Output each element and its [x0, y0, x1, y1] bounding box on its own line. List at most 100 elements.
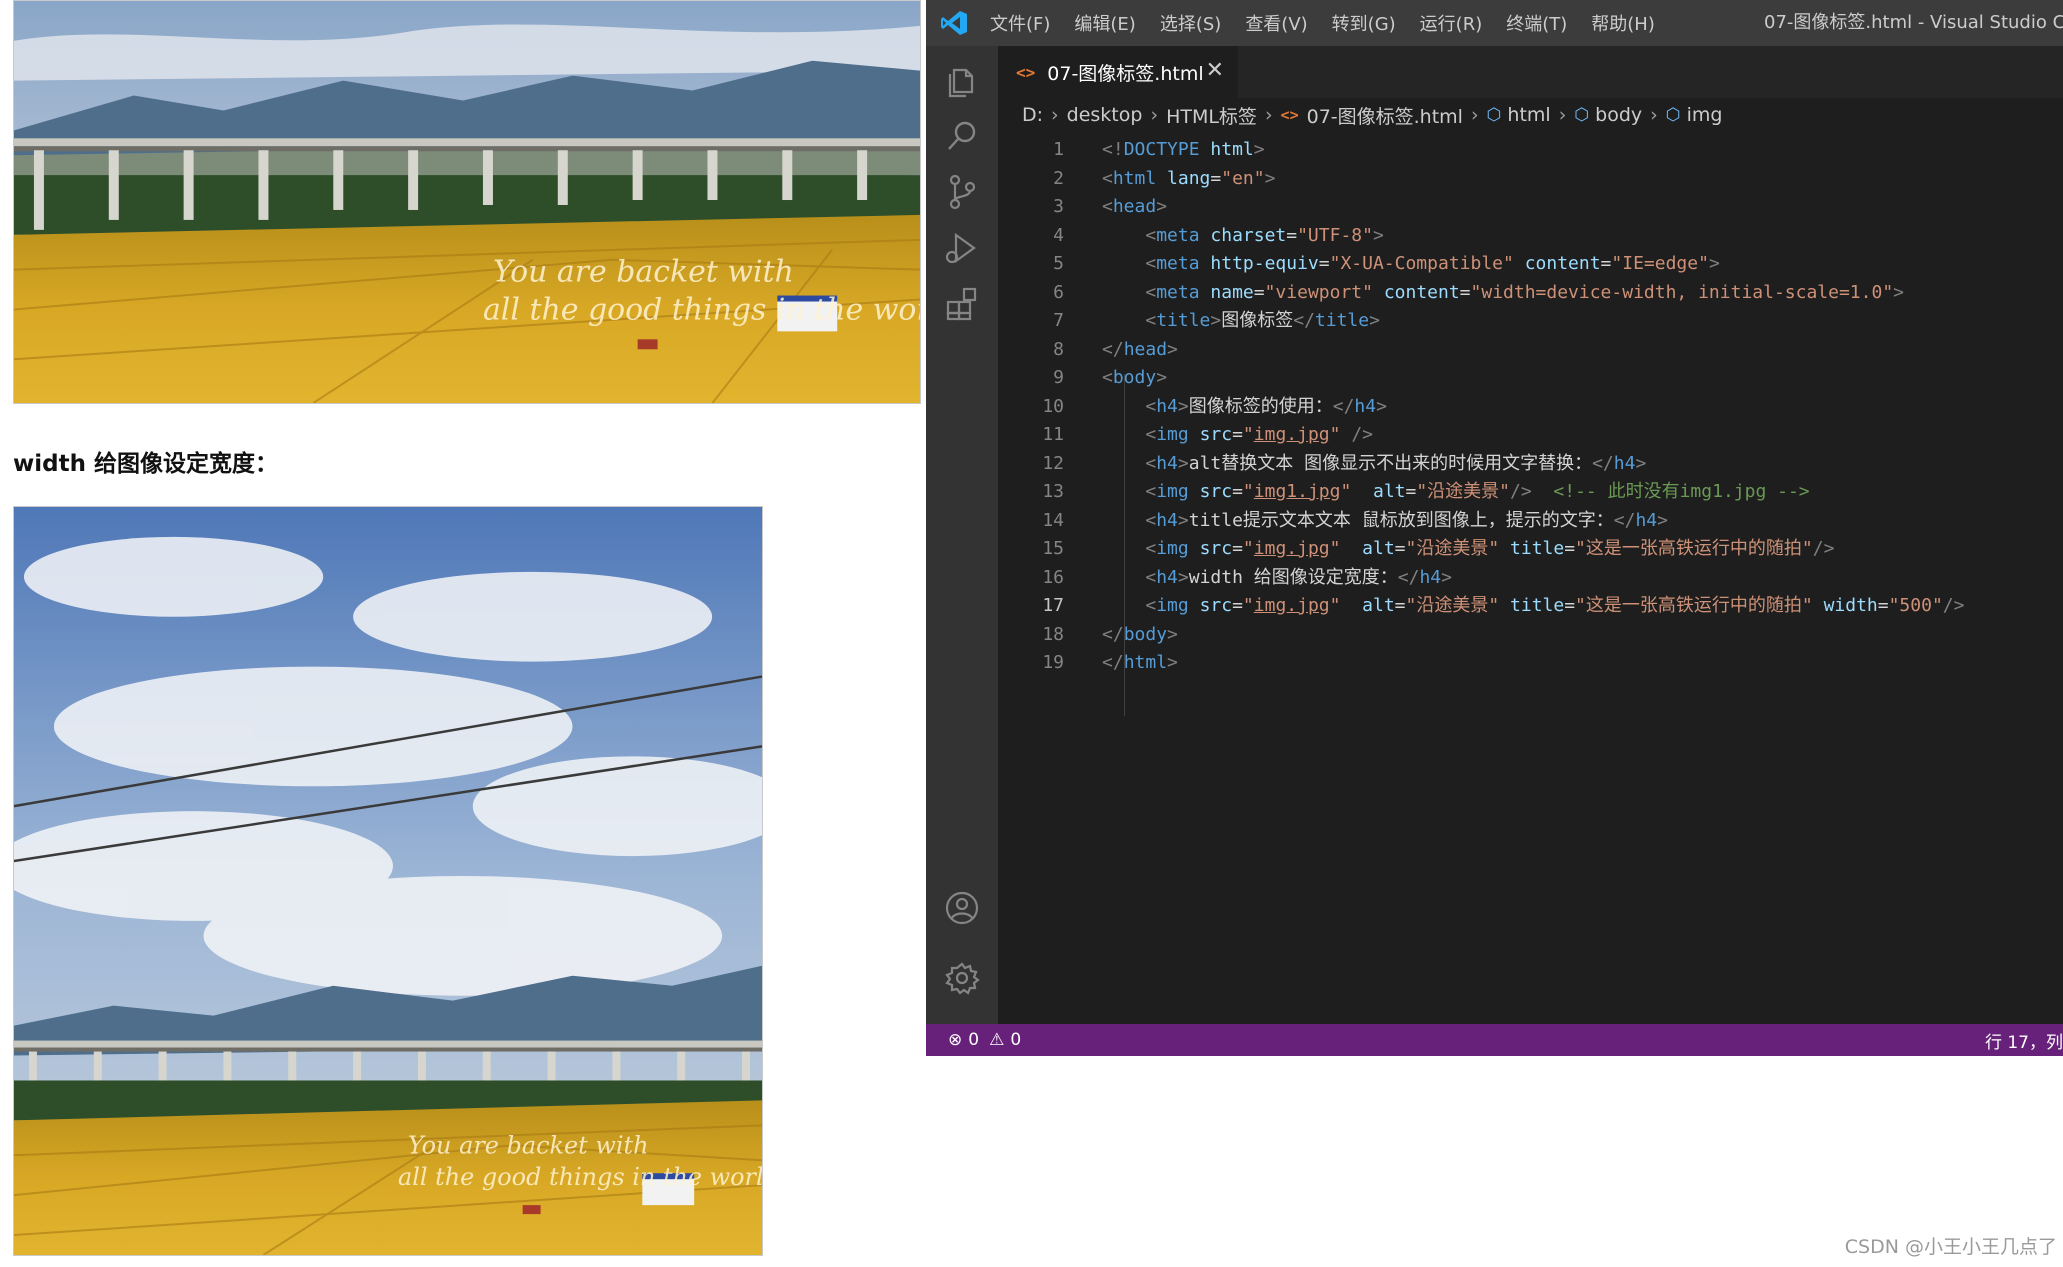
menu-file[interactable]: 文件(F): [990, 10, 1050, 36]
code-token: >: [1893, 281, 1904, 303]
code-line[interactable]: 9 <body>: [998, 364, 2063, 393]
code-token: <: [1145, 253, 1157, 274]
code-token: "500": [1888, 595, 1943, 616]
landscape-image-1: You are backet with all the good things …: [13, 0, 921, 404]
accounts-icon[interactable]: [940, 886, 984, 930]
code-line[interactable]: 8 </head>: [998, 336, 2063, 365]
menu-edit[interactable]: 编辑(E): [1074, 10, 1135, 36]
code-text: <h4>width 给图像设定宽度：</h4>: [1102, 564, 1452, 593]
code-line[interactable]: 5 <meta http-equiv="X-UA-Compatible" con…: [998, 250, 2063, 279]
code-line[interactable]: 3 <head>: [998, 193, 2063, 222]
menu-help[interactable]: 帮助(H): [1591, 10, 1655, 36]
menu-view[interactable]: 查看(V): [1245, 10, 1307, 36]
warning-count: 0: [1010, 1030, 1022, 1050]
breadcrumb-body[interactable]: body: [1595, 104, 1642, 126]
code-text: </head>: [1102, 336, 1178, 365]
code-line[interactable]: 19 </html>: [998, 649, 2063, 678]
settings-gear-icon[interactable]: [940, 956, 984, 1000]
error-icon: ⊗: [948, 1030, 963, 1050]
breadcrumb-img[interactable]: img: [1687, 104, 1723, 126]
code-line[interactable]: 1 <!DOCTYPE html>: [998, 136, 2063, 165]
code-line[interactable]: 17 <img src="img.jpg" alt="沿途美景" title="…: [998, 592, 2063, 621]
breadcrumb-desktop[interactable]: desktop: [1067, 104, 1143, 126]
menu-run[interactable]: 运行(R): [1420, 10, 1483, 36]
source-control-icon[interactable]: [940, 170, 984, 214]
menu-selection[interactable]: 选择(S): [1160, 10, 1221, 36]
cursor-position[interactable]: 行 17，列: [1985, 1024, 2063, 1056]
html-file-icon: <>: [1280, 106, 1299, 124]
explorer-icon[interactable]: [940, 58, 984, 102]
line-number: 18: [1042, 623, 1064, 645]
code-token: >: [1708, 253, 1720, 274]
code-token: </: [1102, 338, 1124, 360]
code-text: <meta http-equiv="X-UA-Compatible" conte…: [1102, 250, 1720, 279]
code-token: src: [1199, 538, 1233, 559]
code-token: h4: [1354, 395, 1377, 417]
code-text: <h4>title提示文本文本 鼠标放到图像上，提示的文字：</h4>: [1102, 507, 1668, 536]
run-debug-icon[interactable]: [940, 226, 984, 270]
code-line[interactable]: 15 <img src="img.jpg" alt="沿途美景" title="…: [998, 535, 2063, 564]
menu-terminal[interactable]: 终端(T): [1506, 10, 1567, 36]
code-token: img: [1156, 481, 1200, 502]
code-token: >: [1177, 566, 1189, 588]
code-line[interactable]: 14 <h4>title提示文本文本 鼠标放到图像上，提示的文字：</h4>: [998, 507, 2063, 536]
code-line[interactable]: 6 <meta name="viewport" content="width=d…: [998, 279, 2063, 308]
code-token: meta: [1156, 253, 1211, 274]
code-token: img.jpg: [1253, 538, 1330, 559]
code-token: http-equiv: [1210, 253, 1319, 274]
code-line[interactable]: 7 <title>图像标签</title>: [998, 307, 2063, 336]
code-token: title: [1156, 310, 1211, 331]
breadcrumb-drive[interactable]: D:: [1022, 104, 1043, 126]
code-line[interactable]: 10 <h4>图像标签的使用：</h4>: [998, 393, 2063, 422]
code-token: "UTF-8": [1297, 224, 1373, 246]
status-bar: ⊗ 0 ⚠ 0 行 17，列: [926, 1024, 2063, 1056]
chevron-right-icon: ›: [1264, 104, 1273, 126]
code-token: title提示文本文本 鼠标放到图像上，提示的文字：: [1188, 509, 1614, 531]
code-line[interactable]: 2 <html lang="en">: [998, 165, 2063, 194]
code-token: >: [1376, 395, 1387, 417]
breadcrumb-html[interactable]: html: [1507, 104, 1550, 126]
code-line[interactable]: 12 <h4>alt替换文本 图像显示不出来的时候用文字替换：</h4>: [998, 450, 2063, 479]
code-line[interactable]: 18 </body>: [998, 621, 2063, 650]
tab-07-image-tag[interactable]: <> 07-图像标签.html ✕: [998, 46, 1238, 98]
code-token: >: [1657, 509, 1668, 531]
code-text: <img src="img.jpg" alt="沿途美景" title="这是一…: [1102, 535, 1834, 564]
code-token: img.jpg: [1253, 595, 1330, 616]
element-cube-icon: ⬡: [1486, 105, 1502, 125]
chevron-right-icon: ›: [1051, 104, 1059, 126]
code-line[interactable]: 11 <img src="img.jpg" />: [998, 421, 2063, 450]
search-icon[interactable]: [940, 114, 984, 158]
menu-go[interactable]: 转到(G): [1332, 10, 1396, 36]
code-token: charset: [1210, 224, 1287, 246]
breadcrumb-file[interactable]: 07-图像标签.html: [1307, 102, 1463, 129]
code-token: ": [1242, 538, 1254, 559]
breadcrumb-folder[interactable]: HTML标签: [1166, 102, 1257, 129]
error-count: 0: [968, 1030, 980, 1050]
code-token: alt: [1362, 595, 1395, 616]
extensions-icon[interactable]: [940, 282, 984, 326]
code-token: >: [1635, 452, 1647, 474]
code-token: =: [1394, 538, 1406, 559]
code-line[interactable]: 13 <img src="img1.jpg" alt="沿途美景"/> <!--…: [998, 478, 2063, 507]
code-token: =: [1232, 595, 1243, 616]
code-token: lang: [1167, 167, 1211, 189]
code-token: img: [1156, 424, 1200, 445]
code-token: title: [1510, 595, 1565, 616]
line-number: 15: [1042, 538, 1064, 559]
window-title: 07-图像标签.html - Visual Studio Code: [1764, 12, 2063, 33]
code-token: >: [1167, 338, 1178, 360]
code-text: <h4>alt替换文本 图像显示不出来的时候用文字替换：</h4>: [1102, 450, 1646, 479]
code-token: >: [1177, 395, 1189, 417]
code-editor[interactable]: 1 <!DOCTYPE html> 2 <html lang="en"> 3 <head>…: [998, 132, 2063, 1024]
code-line[interactable]: 4 <meta charset="UTF-8">: [998, 222, 2063, 251]
close-icon[interactable]: ✕: [1206, 58, 1224, 83]
code-token: "沿途美景": [1416, 481, 1511, 502]
code-line[interactable]: 16 <h4>width 给图像设定宽度：</h4>: [998, 564, 2063, 593]
photo-caption-line2: all the good things in the world: [483, 292, 920, 327]
breadcrumb: D: › desktop › HTML标签 › <> 07-图像标签.html …: [1022, 100, 1722, 130]
problems-indicator[interactable]: ⊗ 0 ⚠ 0: [948, 1024, 1021, 1056]
